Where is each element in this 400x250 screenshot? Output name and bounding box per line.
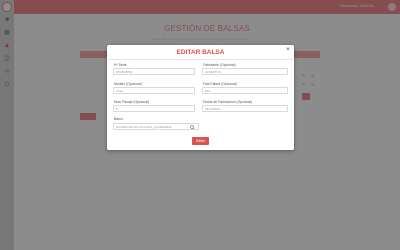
model-field[interactable]: Oceo	[113, 87, 195, 94]
serial-label: Nº Serie	[114, 63, 127, 67]
save-button[interactable]: Editar	[192, 137, 209, 145]
edit-modal: EDITAR BALSA × Nº Serie R6A5D2B91 Fabric…	[107, 45, 294, 150]
manufacture-date-label: Fecha de Fabricación (Opcional)	[203, 100, 253, 104]
serial-field[interactable]: R6A5D2B91	[113, 68, 195, 75]
num-people-field[interactable]: 6	[113, 105, 195, 112]
fast-status-label: Fast Fabrid (Opcional)	[203, 82, 237, 86]
num-people-label: Num Pasaje (Opcional)	[114, 100, 150, 104]
maker-field[interactable]: ALSEPTUN	[202, 68, 288, 75]
search-icon[interactable]	[190, 124, 195, 130]
maker-label: Fabricante (Opcional)	[203, 63, 236, 67]
close-icon[interactable]: ×	[285, 47, 291, 53]
model-label: Modelo (Opcional)	[114, 82, 142, 86]
manufacture-date-field[interactable]: 04/10/2019	[202, 105, 288, 112]
modal-title: EDITAR BALSA	[176, 49, 225, 56]
vessel-search-input[interactable]: HICSDE-NPLACTOLA-EIG_ALGERMIPE	[113, 123, 199, 130]
fast-status-field[interactable]: B16	[202, 87, 288, 94]
vessel-value: HICSDE-NPLACTOLA-EIG_ALGERMIPE	[116, 125, 172, 129]
vessel-label: Barco	[114, 117, 123, 121]
divider	[107, 59, 294, 60]
